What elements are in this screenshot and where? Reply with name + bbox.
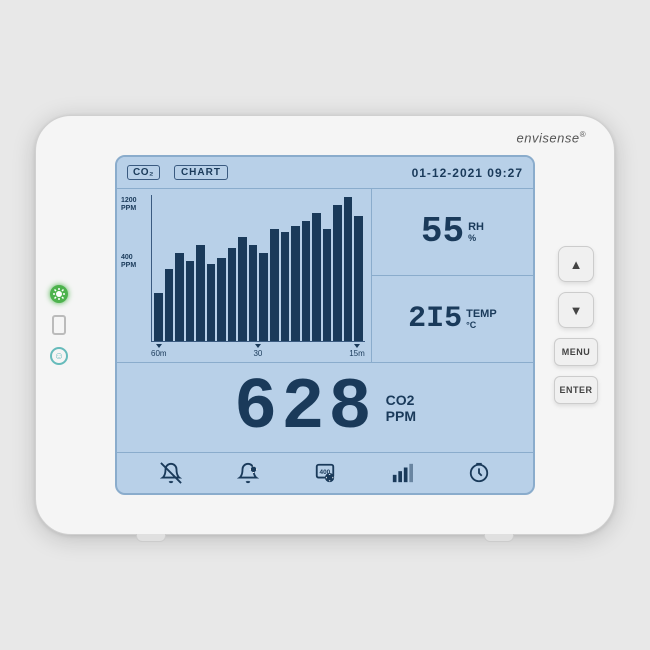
chart-bar <box>281 232 290 341</box>
right-buttons: ▲ ▼ MENU ENTER <box>554 246 598 404</box>
rect-indicator <box>52 315 66 335</box>
y-label-top: 1200 PPM <box>121 197 137 212</box>
screen-topbar: CO₂ CHART 01-12-2021 09:27 <box>117 157 533 189</box>
co2-unit: PPM <box>386 408 416 424</box>
humidity-unit: RH <box>468 221 484 233</box>
humidity-symbol: % <box>468 233 484 243</box>
screen-bottombar: 400 <box>117 453 533 493</box>
chart-bar <box>333 205 342 341</box>
screen-middle: 1200 PPM 400 PPM 60m <box>117 189 533 363</box>
chart-bar <box>249 245 258 341</box>
chart-bar <box>228 248 237 341</box>
chart-bar <box>175 253 184 341</box>
brand-label: envisense® <box>517 130 586 145</box>
chart-bar <box>344 197 353 341</box>
chart-y-labels: 1200 PPM 400 PPM <box>121 197 137 270</box>
chart-bar <box>207 264 216 341</box>
menu-button[interactable]: MENU <box>554 338 598 366</box>
chart-bar <box>291 226 300 341</box>
chart-x-labels: 60m 30 15m <box>151 344 365 358</box>
left-indicators: ☺ <box>50 285 68 365</box>
chart-bar <box>312 213 321 341</box>
sun-indicator <box>50 285 68 303</box>
chart-bar <box>259 253 268 341</box>
timer-icon[interactable] <box>465 459 493 487</box>
co2-reading: 628 CO2 PPM <box>117 363 533 453</box>
foot-right <box>484 534 514 542</box>
alarm-off-icon[interactable] <box>157 459 185 487</box>
down-button[interactable]: ▼ <box>558 292 594 328</box>
chart-badge: CHART <box>174 165 228 180</box>
temp-display: 2I5 TEMP °C <box>372 276 533 362</box>
main-screen: CO₂ CHART 01-12-2021 09:27 1200 PPM 400 … <box>115 155 535 495</box>
temp-value: 2I5 <box>408 304 462 334</box>
y-label-bottom: 400 PPM <box>121 254 137 269</box>
temp-unit-block: TEMP °C <box>466 308 497 330</box>
chart-icon[interactable] <box>388 459 416 487</box>
chart-bar <box>196 245 205 341</box>
device-body: envisense® ☺ CO₂ CHART 01 <box>35 115 615 535</box>
x-label-15m: 15m <box>349 344 365 358</box>
co2-badge: CO₂ <box>127 165 160 180</box>
chart-bar <box>270 229 279 341</box>
smiley-indicator: ☺ <box>50 347 68 365</box>
chart-canvas <box>151 195 365 342</box>
chart-bar <box>302 221 311 341</box>
chart-bar <box>165 269 174 341</box>
chart-bar <box>238 237 247 341</box>
temp-symbol: °C <box>466 320 497 330</box>
x-label-60m: 60m <box>151 344 167 358</box>
up-button[interactable]: ▲ <box>558 246 594 282</box>
chart-area: 1200 PPM 400 PPM 60m <box>117 189 372 362</box>
calibration-icon[interactable]: 400 <box>311 459 339 487</box>
foot-left <box>136 534 166 542</box>
co2-label: CO2 <box>386 392 416 408</box>
x-label-30: 30 <box>253 344 262 358</box>
chart-bar <box>217 258 226 341</box>
alarm-settings-icon[interactable] <box>234 459 262 487</box>
chart-bar <box>154 293 163 341</box>
co2-value: 628 <box>234 372 376 444</box>
chart-bar <box>186 261 195 341</box>
datetime-display: 01-12-2021 09:27 <box>412 166 523 180</box>
humidity-display: 55 RH % <box>372 189 533 276</box>
chart-bar <box>354 216 363 341</box>
stats-area: 55 RH % 2I5 TEMP °C <box>372 189 533 362</box>
temp-unit: TEMP <box>466 308 497 320</box>
enter-button[interactable]: ENTER <box>554 376 598 404</box>
chart-bar <box>323 229 332 341</box>
bars <box>152 195 365 341</box>
co2-labels: CO2 PPM <box>386 392 416 424</box>
humidity-unit-block: RH % <box>468 221 484 243</box>
humidity-value: 55 <box>421 214 464 250</box>
